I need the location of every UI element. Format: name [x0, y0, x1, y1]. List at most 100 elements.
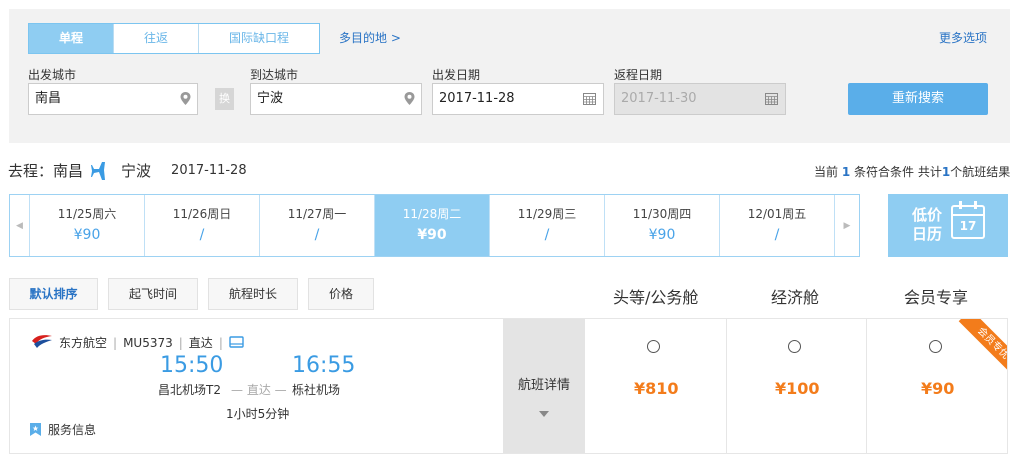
first-class-header: 头等/公务舱: [613, 288, 699, 307]
flight-detail-label: 航班详情: [517, 378, 570, 393]
member-header: 会员专享: [904, 288, 969, 307]
departure-airport: 昌北机场T2: [158, 383, 221, 397]
depart-date-input[interactable]: 2017-11-28: [432, 83, 604, 115]
to-city-value: 宁波: [257, 91, 284, 106]
more-options-link[interactable]: 更多选项: [939, 29, 987, 46]
route-date: 2017-11-28: [171, 163, 247, 178]
depart-label: 出发日期: [432, 68, 481, 82]
summary-total: 1: [941, 165, 951, 179]
separator: |: [218, 335, 223, 350]
chevron-down-icon: [539, 411, 549, 417]
economy-price: ¥100: [775, 379, 820, 398]
flight-detail-button[interactable]: 航班详情: [503, 319, 585, 453]
summary-count: 1: [841, 165, 851, 179]
date-cell[interactable]: 11/25周六 ¥90: [29, 195, 144, 256]
calendar-day: 17: [959, 219, 977, 233]
date-cell-selected[interactable]: 11/28周二 ¥90: [374, 195, 489, 256]
service-info-link[interactable]: 服务信息: [29, 421, 96, 438]
separator: |: [178, 335, 183, 350]
date-cell[interactable]: 11/26周日 /: [144, 195, 259, 256]
member-ribbon: 会员专优: [951, 319, 1007, 375]
summary-pre: 当前: [814, 165, 839, 179]
multi-destination-link[interactable]: 多目的地 >: [339, 29, 401, 46]
arrival-time: 16:55: [292, 353, 356, 378]
low-calendar-line1: 低价: [912, 206, 943, 224]
result-summary: 当前 1 条符合条件 共计1个航班结果: [814, 163, 1010, 180]
trip-type-tabs: 单程 往返 国际缺口程: [28, 23, 320, 54]
date-label: 11/26周日: [172, 207, 232, 221]
summary-post: 个航班结果: [950, 165, 1011, 179]
chevron-left-icon: ◀: [16, 220, 23, 231]
next-dates-arrow[interactable]: ▶: [834, 195, 859, 256]
research-button[interactable]: 重新搜索: [848, 83, 988, 115]
flight-number: MU5373: [123, 335, 173, 350]
from-label: 出发城市: [28, 68, 77, 82]
date-cell[interactable]: 12/01周五 /: [719, 195, 834, 256]
date-cell[interactable]: 11/30周四 ¥90: [604, 195, 719, 256]
airline-name: 东方航空: [59, 336, 108, 350]
sort-default-button[interactable]: 默认排序: [9, 278, 98, 310]
flight-duration: 1小时5分钟: [226, 407, 290, 421]
date-label: 11/30周四: [632, 207, 692, 221]
sort-depart-time-button[interactable]: 起飞时间: [108, 278, 198, 310]
column-divider: [726, 319, 727, 453]
location-pin-icon: [404, 92, 415, 105]
chevron-right-icon: ▶: [843, 220, 851, 231]
route-header: 去程： 南昌 宁波 2017-11-28: [8, 160, 247, 181]
low-calendar-line2: 日历: [912, 225, 943, 243]
route-prefix: 去程：: [8, 162, 54, 180]
tab-open-jaw[interactable]: 国际缺口程: [199, 24, 319, 53]
return-date-input: 2017-11-30: [614, 83, 786, 115]
to-label: 到达城市: [250, 68, 299, 82]
date-price: /: [774, 227, 780, 243]
tab-round-trip[interactable]: 往返: [114, 24, 199, 53]
separator: |: [113, 335, 118, 350]
date-cell[interactable]: 11/29周三 /: [489, 195, 604, 256]
date-price: /: [199, 227, 205, 243]
low-price-calendar-text: 低价 日历: [912, 206, 942, 244]
economy-radio[interactable]: [788, 340, 801, 353]
member-radio[interactable]: [929, 340, 942, 353]
date-price: /: [544, 227, 550, 243]
date-price: ¥90: [73, 227, 101, 243]
return-label: 返程日期: [614, 68, 663, 82]
date-label: 11/28周二: [402, 207, 462, 221]
date-label: 11/29周三: [517, 207, 577, 221]
first-class-price: ¥810: [634, 379, 679, 398]
prev-dates-arrow[interactable]: ◀: [10, 195, 29, 256]
sort-price-button[interactable]: 价格: [308, 278, 374, 310]
location-pin-icon: [180, 92, 191, 105]
date-label: 12/01周五: [747, 207, 807, 221]
column-divider: [866, 319, 867, 453]
date-price: ¥90: [417, 227, 447, 243]
via-label: — 直达 —: [231, 383, 287, 397]
service-icon: [30, 423, 41, 436]
summary-mid: 条符合条件 共计: [854, 165, 942, 179]
plane-icon: [91, 161, 113, 180]
calendar-icon: 17: [951, 201, 985, 239]
depart-date-value: 2017-11-28: [439, 91, 515, 106]
calendar-icon: [583, 93, 596, 105]
calendar-icon: [765, 93, 778, 105]
sort-duration-button[interactable]: 航程时长: [208, 278, 298, 310]
arrival-airport: 栎社机场: [292, 383, 341, 397]
swap-cities-button[interactable]: 换: [215, 88, 234, 110]
flight-meta: 东方航空 | MU5373 | 直达 |: [59, 334, 244, 351]
low-price-calendar-button[interactable]: 低价 日历 17: [888, 194, 1008, 257]
date-price: /: [314, 227, 320, 243]
date-cell[interactable]: 11/27周一 /: [259, 195, 374, 256]
return-date-value: 2017-11-30: [621, 91, 697, 106]
from-city-input[interactable]: 南昌: [28, 83, 198, 115]
via-text: 直达: [246, 383, 271, 397]
date-label: 11/25周六: [57, 207, 117, 221]
first-class-radio[interactable]: [647, 340, 660, 353]
date-strip: ◀ 11/25周六 ¥90 11/26周日 / 11/27周一 / 11/28周二 ¥9…: [9, 194, 860, 257]
member-price: ¥90: [921, 379, 955, 398]
tab-one-way[interactable]: 单程: [29, 24, 114, 53]
economy-header: 经济舱: [771, 288, 820, 307]
meal-icon: [229, 336, 244, 348]
from-city-value: 南昌: [35, 91, 62, 106]
date-price: ¥90: [648, 227, 676, 243]
service-info-label: 服务信息: [48, 423, 97, 437]
to-city-input[interactable]: 宁波: [250, 83, 422, 115]
